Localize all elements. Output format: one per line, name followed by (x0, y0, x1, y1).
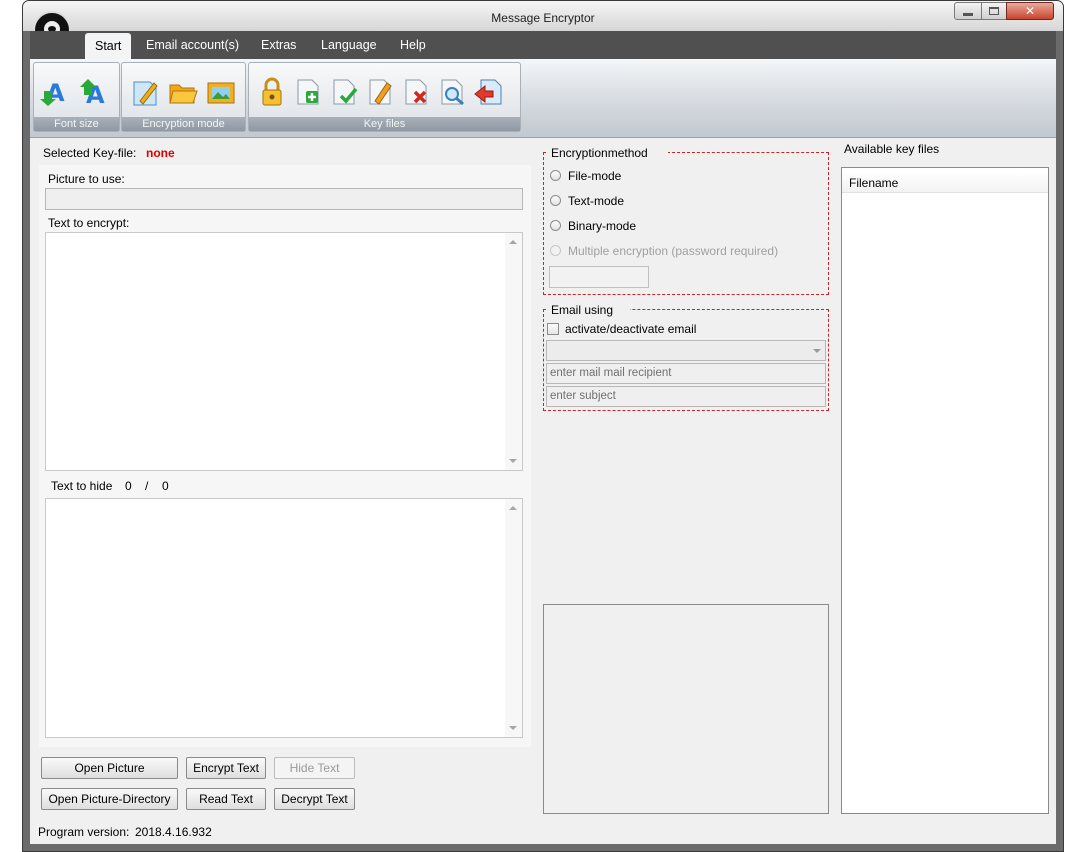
scrollbar-hide[interactable] (505, 499, 522, 737)
selected-key-value: none (146, 146, 175, 160)
close-button[interactable]: ✕ (1006, 2, 1054, 20)
tab-language[interactable]: Language (321, 38, 377, 52)
key-files-title: Available key files (844, 142, 940, 156)
multiple-encryption-radio[interactable] (550, 245, 561, 256)
check-key-file-icon[interactable] (329, 77, 359, 107)
group-label-key-files: Key files (249, 117, 520, 131)
multiple-encryption-label: Multiple encryption (password required) (568, 244, 779, 258)
scroll-down-icon[interactable] (509, 726, 517, 730)
tab-extras[interactable]: Extras (261, 38, 296, 52)
hide-label: Text to hide (51, 479, 113, 493)
group-label-encryption-mode: Encryption mode (122, 117, 245, 131)
key-files-list[interactable]: Filename (841, 167, 1049, 814)
read-text-button[interactable]: Read Text (186, 788, 266, 810)
scroll-down-icon[interactable] (509, 459, 517, 463)
key-files-column-header[interactable]: Filename (842, 173, 1048, 193)
group-key-files: Key files (248, 62, 521, 132)
title-bar[interactable]: Message Encryptor (23, 1, 1063, 31)
password-field[interactable] (549, 266, 649, 288)
search-key-file-icon[interactable] (437, 77, 467, 107)
activate-email-checkbox[interactable] (547, 323, 559, 335)
edit-key-file-icon[interactable] (365, 77, 395, 107)
version-value: 2018.4.16.932 (135, 825, 212, 839)
text-mode-icon[interactable] (130, 77, 160, 107)
picture-path-field[interactable] (45, 188, 523, 210)
font-size-decrease-icon[interactable]: A (40, 77, 70, 107)
minimize-icon (963, 13, 973, 16)
email-account-select[interactable] (546, 340, 826, 361)
group-label-font-size: Font size (34, 117, 119, 131)
encrypt-text-button[interactable]: Encrypt Text (186, 757, 266, 779)
group-font-size: A A Font size (33, 62, 120, 132)
text-to-hide-area[interactable] (45, 498, 523, 738)
minimize-button[interactable] (954, 2, 982, 20)
file-mode-label[interactable]: File-mode (568, 169, 621, 183)
scrollbar-encrypt[interactable] (505, 233, 522, 470)
text-mode-radio[interactable] (550, 195, 561, 206)
email-legend: Email using (548, 303, 630, 317)
activate-email-label[interactable]: activate/deactivate email (565, 322, 696, 336)
hide-text-button[interactable]: Hide Text (274, 757, 355, 779)
binary-mode-radio[interactable] (550, 220, 561, 231)
hide-count: 0 (125, 479, 132, 493)
encryption-method-legend: Encryptionmethod (548, 146, 668, 160)
add-key-file-icon[interactable] (293, 77, 323, 107)
text-to-encrypt-area[interactable] (45, 232, 523, 471)
selected-key-label: Selected Key-file: (43, 146, 137, 160)
version-label: Program version: (38, 825, 130, 839)
filename-column-label: Filename (849, 176, 899, 190)
hide-separator: / (145, 479, 149, 493)
lock-icon[interactable] (257, 77, 287, 107)
open-picture-button[interactable]: Open Picture (41, 757, 178, 779)
recipient-input[interactable]: enter mail mail recipient (546, 363, 826, 384)
open-picture-directory-button[interactable]: Open Picture-Directory (41, 788, 178, 810)
window-title: Message Encryptor (491, 11, 595, 25)
subject-input[interactable]: enter subject (546, 386, 826, 407)
group-encryption-mode: Encryption mode (121, 62, 246, 132)
tab-email-accounts[interactable]: Email account(s) (146, 38, 239, 52)
scroll-up-icon[interactable] (509, 240, 517, 244)
maximize-icon (989, 7, 999, 15)
maximize-button[interactable] (981, 2, 1007, 20)
picture-label: Picture to use: (48, 172, 125, 186)
font-size-increase-icon[interactable]: A (80, 77, 110, 107)
delete-key-file-icon[interactable] (401, 77, 431, 107)
picture-mode-icon[interactable] (206, 77, 236, 107)
picture-preview (543, 604, 829, 814)
file-mode-radio[interactable] (550, 170, 561, 181)
tab-start[interactable]: Start (85, 33, 132, 59)
import-key-file-icon[interactable] (473, 77, 503, 107)
decrypt-text-button[interactable]: Decrypt Text (274, 788, 355, 810)
encrypt-label: Text to encrypt: (48, 216, 130, 230)
scroll-up-icon[interactable] (509, 506, 517, 510)
tab-help[interactable]: Help (400, 38, 426, 52)
hide-total: 0 (162, 479, 169, 493)
chevron-down-icon (813, 349, 821, 353)
folder-icon[interactable] (168, 77, 198, 107)
binary-mode-label[interactable]: Binary-mode (568, 219, 636, 233)
close-icon: ✕ (1024, 4, 1036, 18)
text-mode-label[interactable]: Text-mode (568, 194, 624, 208)
